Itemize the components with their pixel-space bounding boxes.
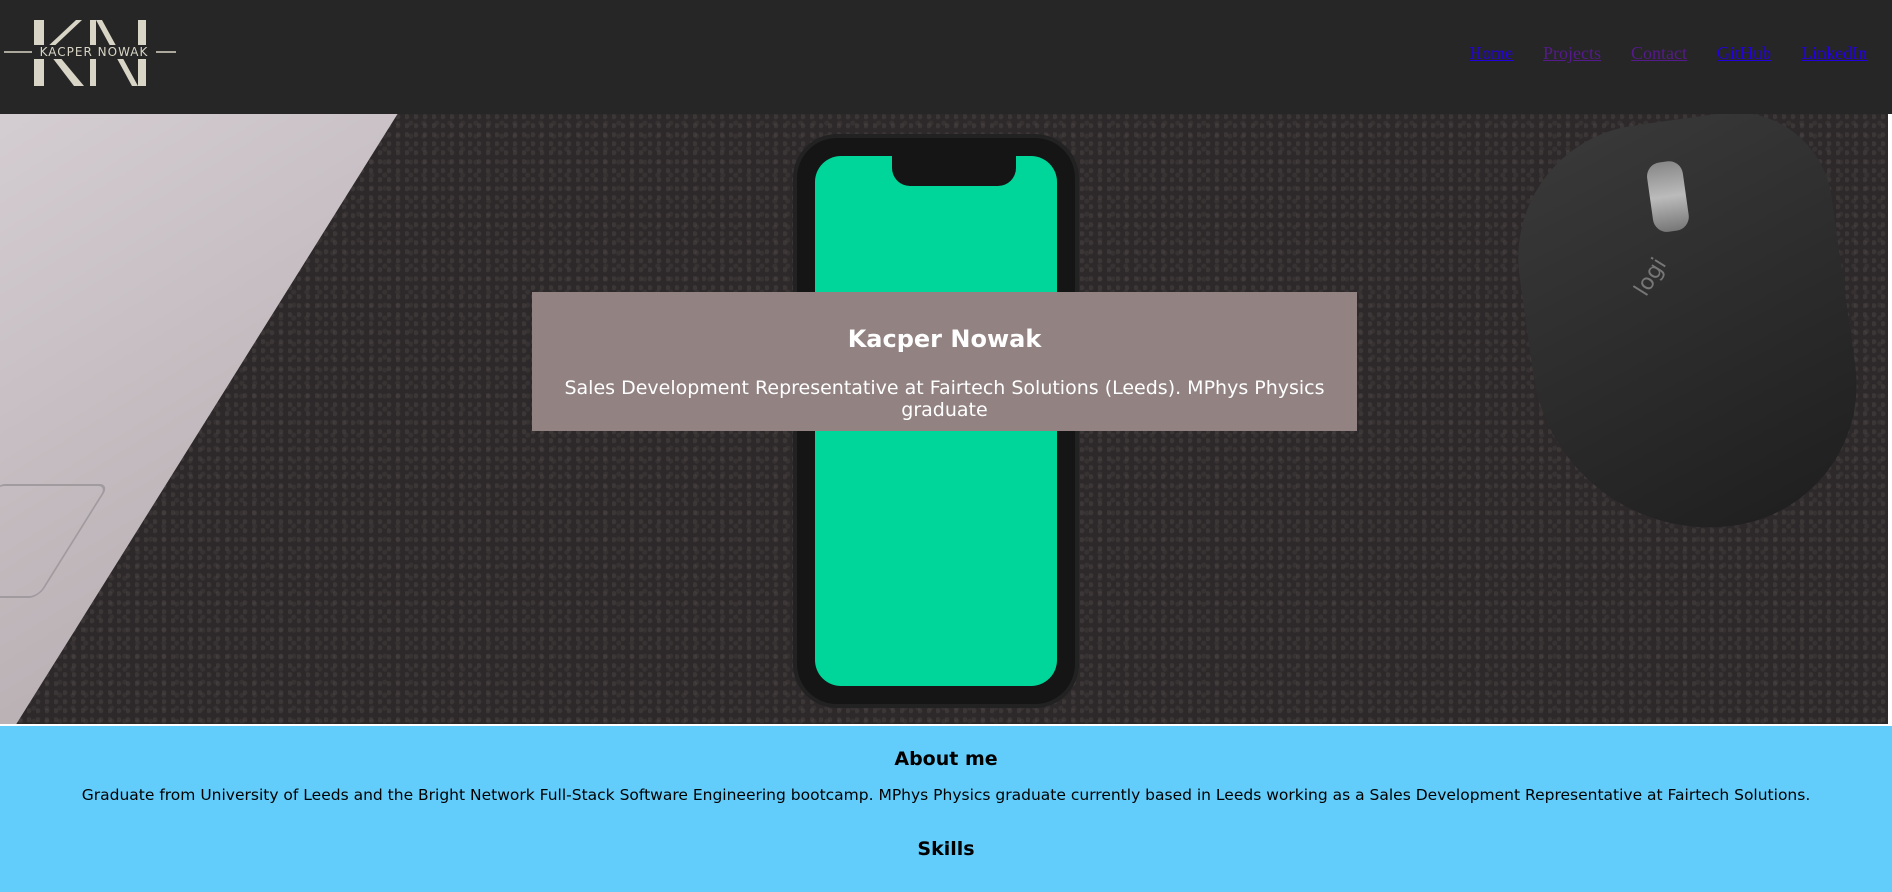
hero-banner: logi Kacper Nowak Sales Development Repr…	[0, 114, 1888, 724]
mouse-wheel	[1645, 159, 1691, 234]
skills-heading: Skills	[917, 838, 975, 860]
site-header: KACPER NOWAK Home Projects Contact GitHu…	[0, 0, 1892, 114]
site-logo[interactable]: KACPER NOWAK	[4, 14, 176, 92]
about-body: Graduate from University of Leeds and th…	[81, 786, 1811, 804]
mouse-logo: logi	[1629, 253, 1672, 301]
nav-linkedin-link[interactable]: LinkedIn	[1801, 43, 1867, 64]
logo-text: KACPER NOWAK	[32, 45, 156, 59]
hero-border	[1888, 114, 1892, 724]
nav-github-link[interactable]: GitHub	[1717, 43, 1771, 64]
nav-contact-link[interactable]: Contact	[1631, 43, 1687, 64]
nav-home-link[interactable]: Home	[1469, 43, 1513, 64]
nav-projects-link[interactable]: Projects	[1543, 43, 1601, 64]
main-nav: Home Projects Contact GitHub LinkedIn	[1439, 43, 1867, 64]
phone-notch	[892, 156, 1016, 186]
hero-card: Kacper Nowak Sales Development Represent…	[532, 292, 1357, 431]
hero-name: Kacper Nowak	[847, 325, 1042, 353]
about-section: About me Graduate from University of Lee…	[0, 726, 1892, 892]
about-heading: About me	[894, 748, 998, 770]
hero-subtitle: Sales Development Representative at Fair…	[564, 377, 1325, 421]
